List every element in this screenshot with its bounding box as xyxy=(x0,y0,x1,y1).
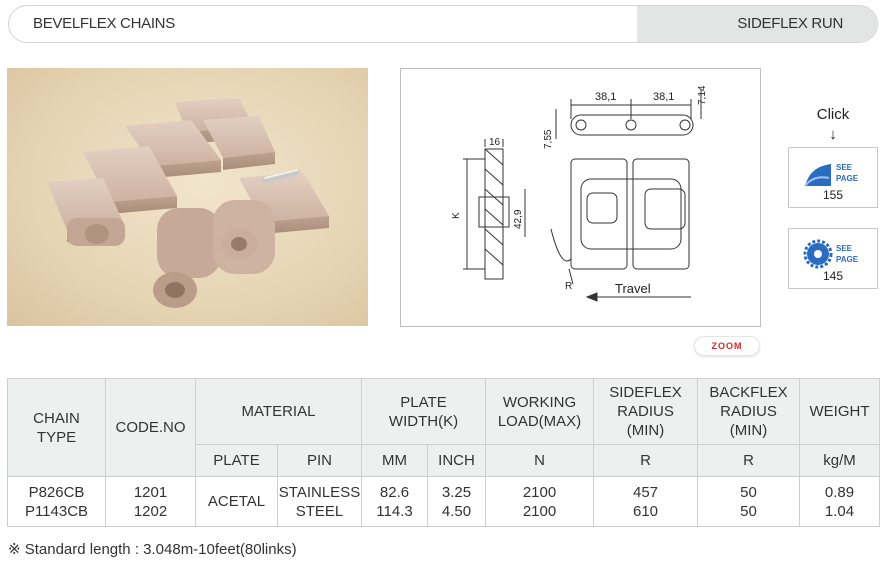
see-page-gear-icon: SEE PAGE xyxy=(803,239,859,269)
dim-k: K xyxy=(451,212,462,219)
header-sideflex-radius: SIDEFLEX RADIUS (MIN) xyxy=(593,378,698,445)
header-backflex-radius: BACKFLEX RADIUS (MIN) xyxy=(697,378,800,445)
cell-inch: 3.25 4.50 xyxy=(427,476,486,527)
cell-working-load: 2100 2100 xyxy=(485,476,594,527)
dim-7-14: 7,14 xyxy=(697,85,708,105)
subheader-sideflex-unit: R xyxy=(593,444,698,477)
click-label: Click xyxy=(816,106,850,123)
cell-plate: ACETAL xyxy=(195,476,278,527)
header-plate-width: PLATE WIDTH(K) xyxy=(361,378,486,445)
cell-sideflex-radius: 457 610 xyxy=(593,476,698,527)
see-page-number: 155 xyxy=(822,188,844,202)
header-code-no: CODE.NO xyxy=(105,378,196,477)
see-page-number: 145 xyxy=(822,269,844,283)
table-row: P826CB P1143CB 1201 1202 ACETAL STAINLESS S… xyxy=(7,476,880,527)
see-page-155-button[interactable]: SEE PAGE 155 xyxy=(788,147,878,208)
product-photo xyxy=(7,68,368,326)
subheader-weight-unit: kg/M xyxy=(799,444,880,477)
header-working-load: WORKING LOAD(MAX) xyxy=(485,378,594,445)
see-page-wave-icon: SEE PAGE xyxy=(804,163,859,187)
subheader-plate: PLATE xyxy=(195,444,278,477)
page-label: PAGE xyxy=(836,174,859,183)
header-chain-type: CHAIN TYPE xyxy=(7,378,106,477)
dim-7-55: 7,55 xyxy=(543,129,554,149)
dim-42-9: 42,9 xyxy=(513,209,524,229)
see-label: SEE xyxy=(836,163,853,172)
cell-weight: 0.89 1.04 xyxy=(799,476,880,527)
header-material: MATERIAL xyxy=(195,378,362,445)
subheader-backflex-unit: R xyxy=(697,444,800,477)
zoom-button[interactable]: ZOOM xyxy=(694,336,760,356)
dim-r: R xyxy=(565,281,572,292)
arrow-down-icon: ↓ xyxy=(829,126,837,143)
subheader-mm: MM xyxy=(361,444,428,477)
cell-chain-type: P826CB P1143CB xyxy=(7,476,106,527)
cell-mm: 82.6 114.3 xyxy=(361,476,428,527)
see-label: SEE xyxy=(836,244,853,253)
technical-drawing: 38,1 38,1 7,14 7,55 16 K 42,9 R Travel xyxy=(400,68,761,327)
dim-pitch-2: 38,1 xyxy=(653,91,674,103)
travel-label: Travel xyxy=(615,281,651,296)
see-page-145-button[interactable]: SEE PAGE 145 xyxy=(788,228,878,289)
chain-illustration xyxy=(47,98,329,308)
cell-code-no: 1201 1202 xyxy=(105,476,196,527)
category-header: BEVELFLEX CHAINS SIDEFLEX RUN xyxy=(8,5,878,43)
header-weight: WEIGHT xyxy=(799,378,880,445)
page-label: PAGE xyxy=(836,255,859,264)
cell-pin: STAINLESS STEEL xyxy=(277,476,362,527)
subheader-load-unit: N xyxy=(485,444,594,477)
cell-backflex-radius: 50 50 xyxy=(697,476,800,527)
dim-16: 16 xyxy=(489,137,501,148)
dim-pitch-1: 38,1 xyxy=(595,91,616,103)
subheader-pin: PIN xyxy=(277,444,362,477)
category-title: BEVELFLEX CHAINS xyxy=(33,15,175,32)
chain-dimension-drawing: 38,1 38,1 7,14 7,55 16 K 42,9 R Travel xyxy=(451,85,708,302)
subheader-inch: INCH xyxy=(427,444,486,477)
tab-sideflex-run[interactable]: SIDEFLEX RUN xyxy=(637,6,877,42)
standard-length-note: ※ Standard length : 3.048m-10feet(80link… xyxy=(8,541,297,558)
spec-table: CHAIN TYPE CODE.NO MATERIAL PLATE WIDTH(K)… xyxy=(7,378,880,527)
